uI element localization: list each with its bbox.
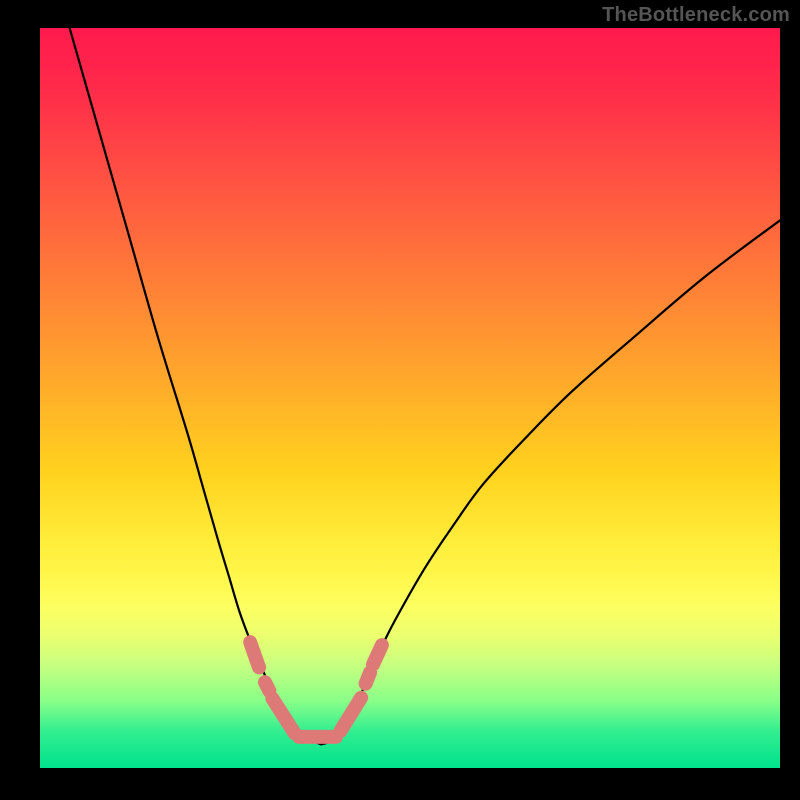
highlight-segment (250, 642, 259, 667)
highlight-segment (373, 645, 382, 664)
curve-left (70, 28, 322, 744)
chart-svg (40, 28, 780, 768)
highlight-segment (265, 682, 269, 691)
frame: TheBottleneck.com (0, 0, 800, 800)
highlight-segment (366, 673, 370, 684)
watermark-text: TheBottleneck.com (602, 4, 790, 27)
highlight-markers (250, 642, 382, 737)
curve-right (321, 220, 780, 744)
plot-area (40, 28, 780, 768)
highlight-segment (340, 698, 361, 731)
highlight-segment (272, 698, 294, 733)
